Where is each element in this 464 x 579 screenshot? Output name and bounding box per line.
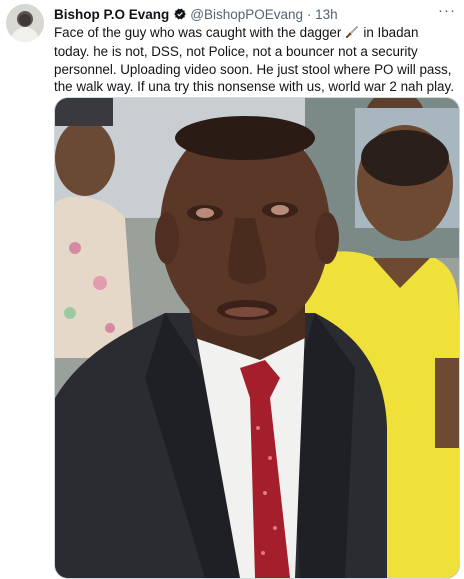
author-name[interactable]: Bishop P.O Evang xyxy=(54,7,169,22)
dagger-icon xyxy=(345,25,359,43)
avatar-image xyxy=(6,4,44,42)
more-options-icon[interactable]: ··· xyxy=(438,2,456,19)
separator-dot: · xyxy=(306,7,312,22)
tweet-photo[interactable] xyxy=(54,97,460,579)
avatar[interactable] xyxy=(6,4,44,42)
author-handle[interactable]: @BishopPOEvang xyxy=(190,7,303,22)
tweet-text: Face of the guy who was caught with the … xyxy=(54,24,456,95)
photo-man-in-suit xyxy=(55,98,459,578)
timestamp[interactable]: 13h xyxy=(315,7,338,22)
tweet-header: Bishop P.O Evang @BishopPOEvang · 13h xyxy=(54,6,464,24)
tweet[interactable]: Bishop P.O Evang @BishopPOEvang · 13h ···… xyxy=(0,0,464,579)
tweet-text-part1: Face of the guy who was caught with the … xyxy=(54,25,342,40)
